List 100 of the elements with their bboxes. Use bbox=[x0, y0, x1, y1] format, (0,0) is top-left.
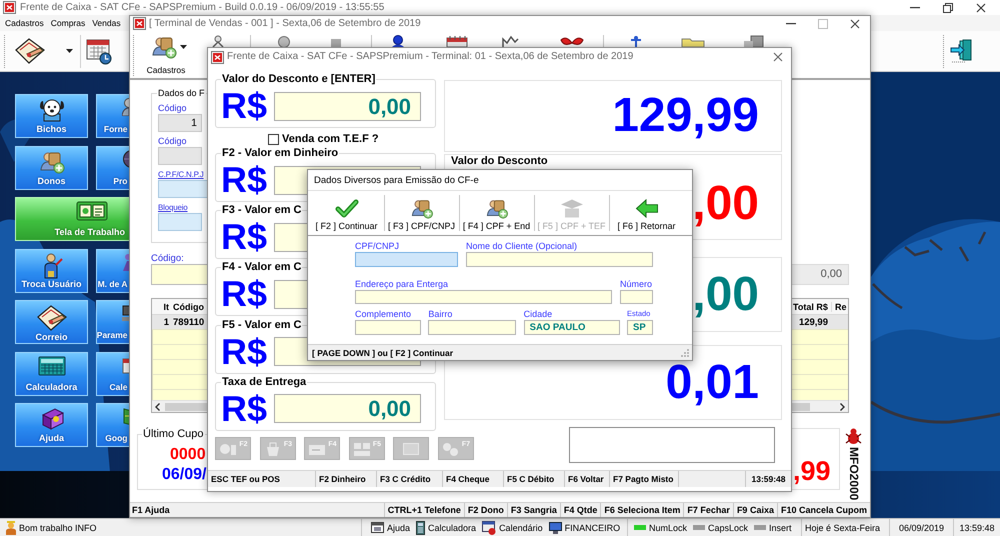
card-icon bbox=[401, 440, 421, 457]
indicator-label: CapsLock bbox=[708, 522, 748, 532]
table-row[interactable]: 129,99 bbox=[792, 315, 848, 330]
close-icon[interactable] bbox=[976, 2, 986, 12]
shortcut-hint: F4 Qtde bbox=[560, 503, 600, 517]
coupon-number: 0000 bbox=[169, 446, 207, 464]
letter-icon[interactable] bbox=[15, 37, 45, 65]
launcher-tile[interactable]: Troca Usuário bbox=[15, 248, 88, 292]
input-field[interactable]: SP bbox=[626, 320, 653, 335]
field-label: Nome do Cliente (Opcional) bbox=[466, 240, 578, 252]
shortcut-button[interactable]: Calendário bbox=[482, 520, 543, 535]
shortcut-hint: F2 Dinheiro bbox=[316, 471, 377, 487]
table-row[interactable]: 1 789110 bbox=[152, 315, 207, 330]
input-field[interactable]: SAO PAULO bbox=[524, 320, 620, 335]
shortcut-hint: F2 Dono bbox=[464, 503, 507, 517]
checkbox[interactable] bbox=[268, 134, 279, 144]
scrollbar[interactable] bbox=[792, 400, 848, 412]
shortcut-hint: F6 Voltar bbox=[565, 471, 610, 487]
restore-icon[interactable] bbox=[943, 2, 953, 12]
shortcut-hint: F7 Pagto Misto bbox=[610, 471, 679, 487]
toolbar-button[interactable]: [ F3 ] CPF/CNPJ bbox=[386, 192, 457, 234]
input-field[interactable] bbox=[466, 252, 653, 267]
letter-icon bbox=[36, 304, 66, 332]
shortcut-button[interactable]: Ajuda bbox=[371, 522, 410, 533]
grid-icon bbox=[352, 440, 372, 457]
input-field[interactable] bbox=[620, 290, 653, 304]
launcher-tile[interactable]: Forne bbox=[96, 94, 129, 138]
caret-icon[interactable] bbox=[66, 49, 73, 53]
calendar-icon[interactable] bbox=[86, 37, 112, 65]
shortcut-hint: F4 Cheque bbox=[443, 471, 504, 487]
window-title: Dados Diversos para Emissão do CF-e bbox=[314, 174, 479, 186]
close-icon[interactable] bbox=[850, 18, 860, 28]
status-text: [ PAGE DOWN ] ou [ F2 ] Continuar bbox=[312, 348, 454, 358]
input-field[interactable] bbox=[355, 320, 421, 335]
menu-item[interactable]: Cadastros bbox=[5, 18, 44, 28]
scrollbar[interactable] bbox=[152, 400, 207, 412]
checkbox-label: Venda com T.E.F ? bbox=[282, 132, 379, 146]
launcher-tile[interactable]: Tela de Trabalho bbox=[15, 197, 129, 241]
calendar-icon[interactable] bbox=[446, 35, 468, 47]
toolbar-button[interactable]: [ F6 ] Retornar bbox=[611, 192, 682, 234]
shortcut-hint: F7 Fechar bbox=[683, 503, 733, 517]
launcher-tile[interactable]: Parame bbox=[96, 300, 129, 344]
column-header[interactable]: Re bbox=[831, 302, 848, 312]
launcher-tile[interactable]: Pro bbox=[96, 146, 129, 190]
total-value: ,99 bbox=[793, 457, 831, 485]
input-field[interactable] bbox=[158, 213, 202, 231]
column-header[interactable]: It bbox=[152, 302, 171, 312]
amount-field[interactable]: 0,00 bbox=[274, 92, 422, 120]
amount-field[interactable]: 0,00 bbox=[274, 394, 422, 424]
toolbar-button[interactable]: [ F4 ] CPF + End bbox=[461, 192, 532, 234]
launcher-tile[interactable]: Calculadora bbox=[15, 352, 88, 396]
input-field[interactable]: 1 bbox=[158, 114, 202, 132]
input-field[interactable]: 0,00 bbox=[792, 264, 849, 285]
group-title: F4 - Valor em C bbox=[221, 261, 302, 274]
launcher-tile[interactable]: Cale bbox=[96, 352, 129, 396]
input-field[interactable] bbox=[151, 264, 207, 285]
bow-icon[interactable] bbox=[560, 35, 584, 47]
launcher-tile[interactable]: Ajuda bbox=[15, 403, 88, 447]
total-value: 0,01 bbox=[666, 358, 759, 406]
status-message: Bom trabalho INFO bbox=[19, 522, 97, 532]
shortcut-hint: F5 C Débito bbox=[504, 471, 565, 487]
window-title: Frente de Caixa - SAT CFe - SAPSPremium - Build 0.0.19 - 06/09/2019 - 13:55:55 bbox=[20, 2, 384, 14]
monitor-icon bbox=[548, 522, 562, 534]
person-icon[interactable] bbox=[391, 35, 405, 47]
chart-icon[interactable] bbox=[501, 35, 519, 47]
launcher-tile[interactable]: Goog bbox=[96, 403, 129, 447]
toolbar-button[interactable]: Cadastros bbox=[140, 33, 192, 78]
launcher-tile[interactable]: Bichos bbox=[15, 94, 88, 138]
input-field[interactable] bbox=[355, 290, 612, 304]
column-header[interactable]: Total R$ bbox=[792, 302, 831, 312]
shortcut-button[interactable]: Calculadora bbox=[416, 520, 476, 534]
shortcut-button[interactable]: FINANCEIRO bbox=[548, 522, 620, 534]
menu-item[interactable]: Vendas bbox=[92, 18, 121, 28]
menu-item[interactable]: Compras bbox=[50, 18, 86, 28]
input-field[interactable] bbox=[158, 180, 207, 198]
minimize-icon[interactable] bbox=[910, 6, 920, 8]
minimize-icon[interactable] bbox=[786, 22, 796, 24]
window-icon bbox=[371, 522, 384, 533]
resize-grip-icon[interactable] bbox=[681, 348, 689, 356]
launcher-tile[interactable]: M. de A bbox=[96, 248, 129, 292]
calculator-icon bbox=[38, 356, 66, 376]
figure-icon[interactable] bbox=[628, 35, 644, 47]
app-icon bbox=[211, 50, 224, 64]
input-field[interactable] bbox=[158, 147, 202, 165]
indicator-label: Insert bbox=[769, 522, 792, 532]
launcher-tile[interactable]: Correio bbox=[15, 300, 88, 344]
close-icon[interactable] bbox=[773, 52, 783, 62]
field-label: Código: bbox=[151, 253, 185, 264]
input-field[interactable] bbox=[428, 320, 516, 335]
box-icon[interactable] bbox=[743, 35, 765, 47]
column-header[interactable]: Código bbox=[171, 302, 207, 312]
launcher-tile[interactable]: Donos bbox=[15, 146, 88, 190]
exit-icon[interactable] bbox=[950, 39, 974, 63]
toolbar-button[interactable]: [ F2 ] Continuar bbox=[311, 192, 382, 234]
group-title: Valor do Desconto e [ENTER] bbox=[221, 73, 376, 86]
field-link[interactable]: Bloqueio bbox=[158, 202, 207, 213]
input-field[interactable] bbox=[355, 252, 458, 267]
figure-icon[interactable] bbox=[210, 35, 226, 47]
book-icon bbox=[40, 407, 64, 431]
field-link[interactable]: C.P.F/C.N.P.J bbox=[158, 169, 207, 180]
